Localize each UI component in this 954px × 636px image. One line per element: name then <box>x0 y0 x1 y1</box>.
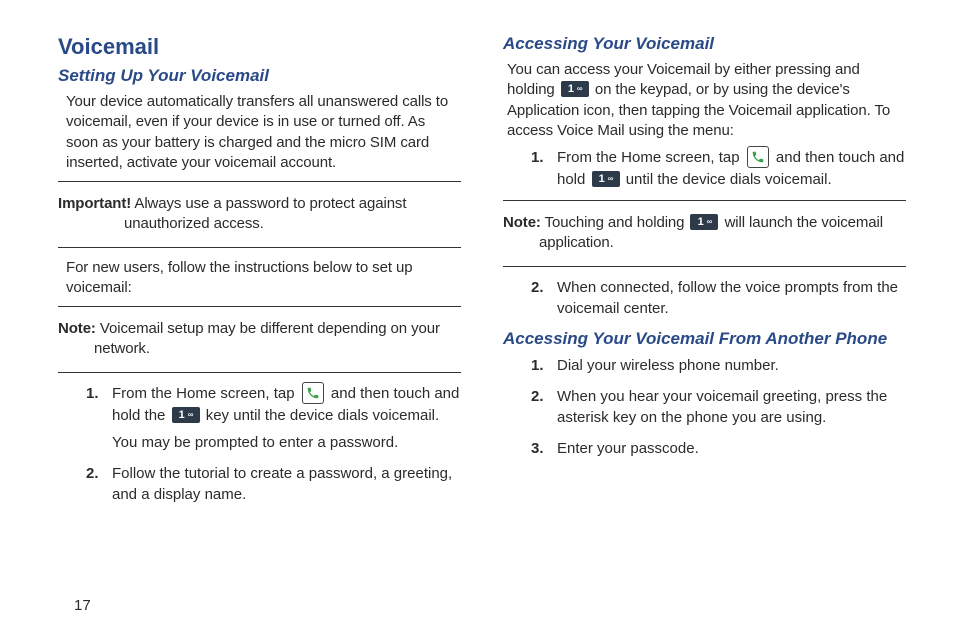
step-1-another: 1. Dial your wireless phone number. <box>531 355 906 376</box>
heading-voicemail: Voicemail <box>58 34 461 60</box>
note-body-line1-left: Voicemail setup may be different dependi… <box>100 320 440 337</box>
heading-accessing-another: Accessing Your Voicemail From Another Ph… <box>503 329 906 349</box>
important-body-line2: unauthorized access. <box>58 214 461 234</box>
key-1-icon: 1∞ <box>690 214 718 230</box>
key-digit: 1 <box>179 407 185 423</box>
important-box: Important! Always use a password to prot… <box>58 181 461 248</box>
step-text: Enter your passcode. <box>557 440 699 457</box>
key-sym: ∞ <box>188 407 193 423</box>
heading-accessing: Accessing Your Voicemail <box>503 34 906 54</box>
step-text: Dial your wireless phone number. <box>557 357 779 374</box>
step-num: 2. <box>531 277 544 298</box>
step-num: 1. <box>86 383 99 404</box>
step-num: 1. <box>531 147 544 168</box>
page-number: 17 <box>74 597 91 614</box>
steps-left: 1. From the Home screen, tap and then to… <box>86 383 461 505</box>
step-num: 2. <box>86 463 99 484</box>
intro-right: You can access your Voicemail by either … <box>507 60 906 141</box>
note-right-line2: application. <box>503 233 906 253</box>
key-1-icon: 1∞ <box>592 171 620 187</box>
note-label-right: Note: <box>503 214 541 231</box>
key-sym: ∞ <box>608 171 613 187</box>
step-2-left: 2. Follow the tutorial to create a passw… <box>86 463 461 505</box>
step-1-right: 1. From the Home screen, tap and then to… <box>531 147 906 190</box>
step-text-a: From the Home screen, tap <box>112 385 299 402</box>
left-column: Voicemail Setting Up Your Voicemail Your… <box>58 34 461 515</box>
note-right-line1: will launch the voicemail <box>725 214 883 231</box>
heading-setting-up: Setting Up Your Voicemail <box>58 66 461 86</box>
step-num: 2. <box>531 386 544 407</box>
key-sym: ∞ <box>707 214 712 230</box>
step-text-c: until the device dials voicemail. <box>626 171 832 188</box>
intro-para: Your device automatically transfers all … <box>66 92 461 173</box>
step-text-c: key until the device dials voicemail. <box>206 407 439 424</box>
note-body-line2-left: network. <box>58 339 461 359</box>
important-label: Important! <box>58 195 131 212</box>
step-num: 1. <box>531 355 544 376</box>
note-box-left: Note: Voicemail setup may be different d… <box>58 306 461 373</box>
key-1-icon: 1∞ <box>172 407 200 423</box>
important-text: Important! Always use a password to prot… <box>58 194 461 235</box>
note-label-left: Note: <box>58 320 96 337</box>
important-body-line1: Always use a password to protect against <box>134 195 406 212</box>
key-digit: 1 <box>599 171 605 187</box>
page: Voicemail Setting Up Your Voicemail Your… <box>0 0 954 515</box>
step-2-right: 2. When connected, follow the voice prom… <box>531 277 906 319</box>
step-2-another: 2. When you hear your voicemail greeting… <box>531 386 906 428</box>
note-right-a: Touching and holding <box>545 214 689 231</box>
key-digit: 1 <box>698 214 704 230</box>
step-text: When connected, follow the voice prompts… <box>557 279 898 317</box>
note-text-right: Note: Touching and holding 1∞ will launc… <box>503 213 906 254</box>
steps-right-1: 1. From the Home screen, tap and then to… <box>531 147 906 190</box>
step-3-another: 3. Enter your passcode. <box>531 438 906 459</box>
phone-icon <box>302 382 324 404</box>
step-text-d: You may be prompted to enter a password. <box>112 434 398 451</box>
step-text: When you hear your voicemail greeting, p… <box>557 388 887 426</box>
new-users-para: For new users, follow the instructions b… <box>66 258 461 299</box>
step-num: 3. <box>531 438 544 459</box>
key-digit: 1 <box>568 81 574 97</box>
steps-right-2: 2. When connected, follow the voice prom… <box>531 277 906 319</box>
note-box-right: Note: Touching and holding 1∞ will launc… <box>503 200 906 267</box>
steps-right-3: 1. Dial your wireless phone number. 2. W… <box>531 355 906 459</box>
note-text-left: Note: Voicemail setup may be different d… <box>58 319 461 360</box>
key-sym: ∞ <box>577 81 582 97</box>
step-1-left: 1. From the Home screen, tap and then to… <box>86 383 461 453</box>
key-1-icon: 1∞ <box>561 81 589 97</box>
step-text-a: From the Home screen, tap <box>557 149 744 166</box>
step-text: Follow the tutorial to create a password… <box>112 465 452 503</box>
phone-icon <box>747 146 769 168</box>
right-column: Accessing Your Voicemail You can access … <box>503 34 906 515</box>
